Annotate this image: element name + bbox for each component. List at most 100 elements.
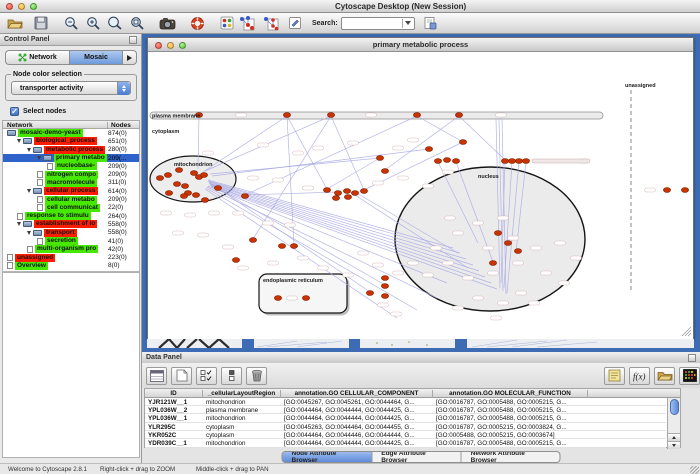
network-minimize-button[interactable] [167, 42, 174, 49]
canvas-resize-grip[interactable] [688, 333, 691, 336]
canvas-resize-grip[interactable] [685, 330, 691, 336]
tab-node-attribute-browser[interactable]: Node Attribute Browser [283, 452, 373, 462]
unselect-attributes-icon[interactable] [221, 367, 242, 385]
network-node[interactable] [334, 191, 341, 196]
tree-row-nitrogen-compo[interactable]: nitrogen compo209(0) [3, 170, 139, 178]
network-node[interactable] [283, 113, 290, 118]
table-row[interactable]: YDR039C__1mitochondrion[GO:0044464, GO:0… [145, 439, 666, 447]
table-scrollbar[interactable] [667, 398, 680, 449]
network-node[interactable] [192, 193, 199, 198]
network-node[interactable] [381, 294, 388, 299]
network-node[interactable] [344, 195, 351, 200]
network-canvas[interactable]: plasma membranecytoplasmmitochondrionnuc… [148, 52, 693, 339]
network-node[interactable] [201, 198, 208, 203]
network-window-titlebar[interactable]: primary metabolic process [148, 38, 693, 52]
attribute-table-header[interactable]: ID _cellularLayoutRegion annotation.GO C… [145, 389, 680, 398]
annotation-icon[interactable] [286, 14, 304, 32]
zoom-fit-icon[interactable] [106, 14, 124, 32]
tree-row-unassigned[interactable]: unassigned223(0) [3, 253, 139, 261]
tree-row-biological-process[interactable]: biological_process651(0) [3, 137, 139, 145]
expand-arrow-icon[interactable] [27, 231, 31, 235]
search-options-icon[interactable] [421, 14, 439, 32]
network-node[interactable] [175, 168, 182, 173]
search-dropdown-arrow[interactable] [402, 19, 413, 28]
attribute-table-icon[interactable] [146, 367, 167, 385]
expand-arrow-icon[interactable] [27, 189, 31, 193]
open-icon[interactable] [6, 14, 24, 32]
vizmapper-icon[interactable] [218, 14, 236, 32]
network-node[interactable] [508, 159, 515, 164]
window-resize-grip[interactable] [690, 466, 699, 474]
save-icon[interactable] [32, 14, 50, 32]
tree-row-macromolecule[interactable]: macromolecule311(0) [3, 179, 139, 187]
zoom-window-button[interactable] [30, 3, 37, 10]
network-node[interactable] [455, 113, 462, 118]
function-builder-icon[interactable]: f(x) [629, 367, 650, 385]
network-node[interactable] [376, 156, 383, 161]
network-node[interactable] [360, 189, 367, 194]
network-view-icon[interactable] [238, 14, 256, 32]
column-header-cellularlayoutregion[interactable]: _cellularLayoutRegion [203, 390, 281, 398]
search-input[interactable] [341, 17, 415, 30]
network-node[interactable] [214, 186, 221, 191]
tab-network-attribute-browser[interactable]: Network Attribute Browser [462, 452, 560, 462]
tree-row-response-to-stimulu[interactable]: response to stimulu264(0) [3, 212, 139, 220]
network-node[interactable] [290, 244, 297, 249]
network-node[interactable] [190, 171, 197, 176]
network-node[interactable] [366, 291, 373, 296]
network-zoom-button[interactable] [179, 42, 186, 49]
node-color-select[interactable]: transporter activity [11, 81, 131, 95]
network-node[interactable] [452, 159, 459, 164]
tree-row-mosaic-demo-yeast[interactable]: mosaic-demo-yeast874(0) [3, 129, 139, 137]
zoom-out-icon[interactable] [62, 14, 80, 32]
network-node[interactable] [332, 196, 339, 201]
table-row[interactable]: YPL036W__2plasma membrane[GO:0044464, GO… [145, 406, 666, 414]
scroll-up-button[interactable] [668, 433, 680, 441]
column-header-go-cellular-component[interactable]: annotation.GO CELLULAR_COMPONENT [281, 390, 433, 398]
tree-row-cell-communicat[interactable]: cell communicat22(0) [3, 204, 139, 212]
tree-row-transport[interactable]: transport558(0) [3, 229, 139, 237]
network-node[interactable] [515, 159, 522, 164]
table-row[interactable]: YJR121W__1mitochondrion[GO:0045267, GO:0… [145, 398, 666, 406]
network-node[interactable] [323, 188, 330, 193]
expand-arrow-icon[interactable] [37, 156, 41, 160]
network-node[interactable] [249, 238, 256, 243]
network-node[interactable] [443, 158, 450, 163]
network-node[interactable] [181, 184, 188, 189]
network-node[interactable] [425, 147, 432, 152]
network-node[interactable] [381, 284, 388, 289]
network-node[interactable] [514, 249, 521, 254]
network-node[interactable] [681, 188, 688, 193]
birds-eye-view[interactable] [2, 272, 140, 458]
network-node[interactable] [381, 169, 388, 174]
network-node[interactable] [165, 191, 172, 196]
network-node[interactable] [278, 244, 285, 249]
tab-edge-attribute-browser[interactable]: Edge Attribute Browser [372, 452, 461, 462]
delete-attribute-icon[interactable] [246, 367, 267, 385]
network-node[interactable] [434, 159, 441, 164]
select-attributes-icon[interactable] [196, 367, 217, 385]
tab-scroll-right-button[interactable] [123, 50, 137, 65]
network-view-window[interactable]: primary metabolic process plasma membran… [147, 37, 694, 339]
tree-row-multi-organism-pro[interactable]: multi-organism pro42(0) [3, 245, 139, 253]
tree-row-primary-metabo[interactable]: primary metabo209(... [3, 154, 139, 162]
tree-row-overview[interactable]: Overview8(0) [3, 262, 139, 270]
network-node[interactable] [343, 189, 350, 194]
scroll-down-button[interactable] [668, 441, 680, 449]
expand-arrow-icon[interactable] [17, 222, 21, 226]
column-header-go-molecular-function[interactable]: annotation.GO MOLECULAR_FUNCTION [433, 390, 588, 398]
network-node[interactable] [173, 182, 180, 187]
new-attribute-icon[interactable] [171, 367, 192, 385]
help-ring-icon[interactable] [188, 14, 206, 32]
network-node[interactable] [381, 276, 388, 281]
network-node[interactable] [501, 159, 508, 164]
table-row[interactable]: YLR295Ccytoplasm[GO:0045263, GO:0044464,… [145, 423, 666, 431]
network-node[interactable] [351, 191, 358, 196]
tree-row-secretion[interactable]: secretion41(0) [3, 237, 139, 245]
tree-row-cellular-metabo[interactable]: cellular metabo209(0) [3, 195, 139, 203]
minimize-window-button[interactable] [18, 3, 25, 10]
snapshot-camera-icon[interactable] [158, 14, 176, 32]
network-node[interactable] [663, 188, 670, 193]
notes-icon[interactable] [604, 367, 625, 385]
tab-network[interactable]: Network [5, 50, 69, 65]
